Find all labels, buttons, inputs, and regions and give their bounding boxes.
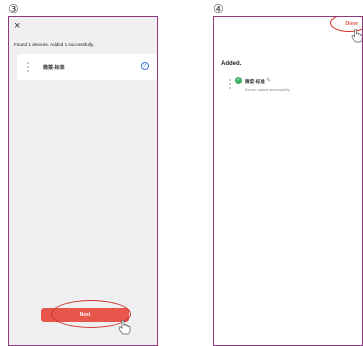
device-thumbnail-icon — [27, 62, 30, 72]
phone-screen-step-4: Done Added. ✓ 微菜-标准 ✎ Device added succe… — [213, 16, 363, 346]
close-icon[interactable]: × — [14, 21, 20, 32]
device-thumbnail-icon — [229, 79, 232, 91]
step-number-3: ③ — [8, 2, 19, 16]
pointing-hand-icon — [351, 28, 362, 43]
phone-screen-step-3: × Found 1 devices. Added 1 successfully.… — [8, 16, 158, 346]
device-card[interactable]: 微菜-标准 ✓ — [17, 54, 157, 80]
checkmark-circle-icon: ✓ — [141, 62, 149, 70]
edit-pencil-icon[interactable]: ✎ — [266, 77, 271, 84]
added-heading: Added. — [221, 61, 242, 67]
device-name: 微菜-标准 — [245, 79, 265, 84]
pointing-hand-icon — [118, 319, 131, 335]
found-devices-message: Found 1 devices. Added 1 successfully. — [14, 42, 95, 47]
step-number-4: ④ — [213, 2, 224, 16]
success-check-icon: ✓ — [235, 77, 242, 84]
device-name: 微菜-标准 — [43, 65, 65, 71]
device-status-text: Device added successfully — [245, 88, 290, 92]
